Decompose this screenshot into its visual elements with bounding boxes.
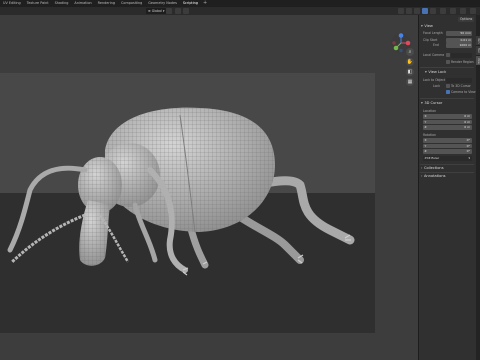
sidebar-tabs: Item Tool View [476,15,480,360]
collections-panel-header[interactable]: › Collections [421,166,444,171]
lock-to-object-label: Lock to Object [423,78,446,82]
clip-start-field[interactable]: 0.01 m [446,38,472,43]
tab-item[interactable]: Item [476,36,480,45]
proportional-editing-button[interactable] [183,8,189,14]
axis-y-label: Y [424,119,427,124]
clip-end-field[interactable]: 1000 m [446,43,472,48]
3d-viewport[interactable]: ⌕ ✋ ◧ ▦ [0,15,418,360]
panel-divider [420,164,474,165]
gizmo-toggle-button[interactable] [450,8,456,14]
render-region-checkbox[interactable] [446,60,450,64]
hand-icon[interactable]: ✋ [406,58,414,66]
camera-icon[interactable]: ◧ [406,68,414,76]
chevron-right-icon: › [421,166,423,170]
chevron-down-icon: ▾ [421,101,423,105]
panel-divider [420,67,474,68]
panel-divider [420,98,474,99]
3d-cursor-panel-header[interactable]: ▾ 3D Cursor [421,101,442,106]
axis-z-label: Z [424,125,427,129]
annotations-title: Annotations [423,174,446,178]
camera-to-view-label: Camera to View [451,90,476,94]
axis-x-label: X [424,114,427,118]
workspace-tab[interactable]: Rendering [95,0,118,7]
xray-button[interactable] [406,8,412,14]
cursor-rotation-x[interactable]: X 0° [423,138,472,143]
view-panel-header[interactable]: ▾ View [421,24,433,29]
cursor-rotation-z[interactable]: Z 0° [423,149,472,154]
chevron-down-icon: ▾ [425,70,427,74]
cursor-location-x[interactable]: X 0 m [423,114,472,119]
workspace-tab[interactable]: UV Editing [0,0,24,7]
workspace-tab-active[interactable]: Scripting [180,0,201,7]
tab-view[interactable]: View [476,56,480,65]
grid-icon[interactable]: ▦ [406,78,414,86]
chevron-down-icon: ▾ [161,9,165,13]
3d-cursor-title: 3D Cursor [424,101,443,105]
to-3d-cursor-label: To 3D Cursor [451,84,471,88]
axis-z-label: Z [424,149,427,153]
cursor-location-z[interactable]: Z 0 m [423,125,472,130]
rotation-mode-value: XYZ Euler [424,156,440,160]
rotation-label: Rotation [423,133,436,137]
lock-label: Lock [433,84,441,88]
cursor-location-y-value: 0 m [464,119,470,124]
rotation-mode-dropdown[interactable]: XYZ Euler ▾ [423,156,472,161]
cursor-rotation-x-value: 0° [466,138,470,142]
add-workspace-button[interactable]: + [201,0,209,7]
chevron-down-icon: ▾ [421,24,423,28]
focal-length-label: Focal Length [423,31,443,35]
axis-y-label: Y [424,143,427,148]
chevron-down-icon: ▾ [468,156,470,160]
cursor-rotation-y-value: 0° [466,143,470,148]
axis-x-label: X [424,138,427,142]
focal-length-field[interactable]: 50 mm [446,31,472,36]
beetle-wireframe-model[interactable] [0,15,418,360]
viewport-header: ⊕ Global ▾ [0,7,480,15]
overlays-button[interactable] [398,8,404,14]
location-label: Location [423,109,437,113]
view-lock-header[interactable]: ▾ View Lock [425,70,446,75]
annotations-panel-header[interactable]: › Annotations [421,174,446,179]
tab-tool[interactable]: Tool [476,46,480,55]
clip-end-label: End [433,43,439,47]
render-region-label: Render Region [451,60,474,64]
local-camera-label: Local Camera [423,53,445,57]
workspace-tab[interactable]: Compositing [118,0,145,7]
workspace-tab[interactable]: Animation [71,0,94,7]
solid-shading-button[interactable] [414,8,420,14]
view-panel-title: View [424,24,433,28]
camera-to-view-checkbox[interactable] [446,90,450,94]
to-3d-cursor-checkbox[interactable] [446,84,450,88]
workspace-tab[interactable]: Texture Paint [24,0,52,7]
collections-title: Collections [423,166,444,170]
panel-divider [420,172,474,173]
snap-button[interactable] [175,8,181,14]
pivot-button[interactable] [166,8,172,14]
editor-options-button[interactable] [470,8,476,14]
zoom-icon[interactable]: ⌕ [406,48,414,56]
workspace-tab[interactable]: Geometry Nodes [145,0,180,7]
material-shading-button[interactable] [422,8,428,14]
cursor-rotation-y[interactable]: Y 0° [423,143,472,148]
rendered-shading-button[interactable] [430,8,436,14]
clip-start-label: Clip Start [423,38,438,42]
transform-orientation-dropdown[interactable]: ⊕ Global ▾ [146,8,167,14]
shading-options-button[interactable] [440,8,446,14]
local-camera-field[interactable] [451,53,472,58]
workspace-tabs-bar: UV Editing Texture Paint Shading Animati… [0,0,480,7]
transform-orientation-label: Global [151,9,162,13]
cursor-rotation-z-value: 0° [466,149,470,153]
cursor-location-x-value: 0 m [464,114,470,118]
lock-to-object-field[interactable] [446,78,472,83]
cursor-location-z-value: 0 m [464,125,470,129]
cursor-location-y[interactable]: Y 0 m [423,119,472,124]
chevron-right-icon: › [421,174,423,178]
workspace-tab[interactable]: Shading [52,0,72,7]
visibility-button[interactable] [460,8,466,14]
view-lock-title: View Lock [428,70,447,74]
local-camera-checkbox[interactable] [446,53,450,57]
options-dropdown[interactable]: Options [458,17,475,22]
